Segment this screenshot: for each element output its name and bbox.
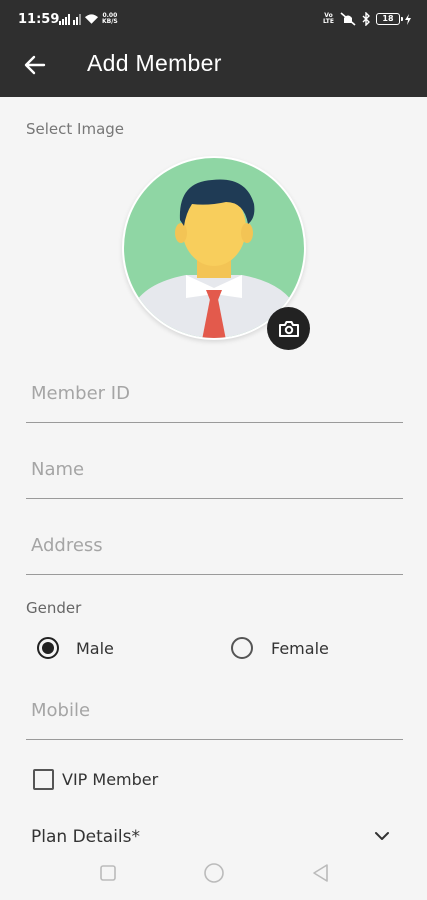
status-right-icons: Vo LTE 18 — [323, 12, 411, 26]
name-input[interactable] — [31, 459, 391, 480]
volte-bottom: LTE — [322, 18, 334, 25]
status-left-icons: 0.00 KB/S — [59, 13, 118, 25]
member-id-input[interactable] — [31, 383, 391, 404]
signal-icon — [59, 13, 70, 25]
page-title: Add Member — [87, 50, 222, 76]
arrow-left-icon — [24, 55, 46, 75]
system-nav-bar — [0, 852, 427, 900]
app-bar: 11:59 0.00 KB/S Vo LTE 18 Add Member — [0, 0, 427, 97]
data-speed: 0.00 KB/S — [102, 13, 118, 25]
camera-button[interactable] — [267, 307, 310, 350]
name-field — [26, 449, 403, 499]
mobile-field — [26, 690, 403, 740]
recents-icon[interactable] — [99, 864, 117, 882]
select-image-label: Select Image — [26, 120, 125, 138]
gender-female-radio[interactable] — [231, 637, 253, 659]
back-button[interactable] — [20, 50, 50, 80]
plan-details-label[interactable]: Plan Details* — [31, 827, 140, 847]
mobile-input[interactable] — [31, 700, 391, 721]
charging-icon — [405, 13, 411, 25]
address-input[interactable] — [31, 535, 391, 556]
gender-label: Gender — [26, 599, 82, 617]
status-bar: 11:59 0.00 KB/S Vo LTE 18 — [0, 0, 427, 40]
signal-2-icon — [73, 13, 81, 25]
gender-female-label[interactable]: Female — [271, 639, 329, 658]
back-nav-icon[interactable] — [311, 863, 331, 883]
vip-member-checkbox[interactable] — [33, 769, 54, 790]
gender-male-radio[interactable] — [37, 637, 59, 659]
home-icon[interactable] — [203, 862, 225, 884]
address-field — [26, 525, 403, 575]
bluetooth-icon — [362, 12, 370, 26]
status-time: 11:59 — [18, 12, 60, 27]
bell-muted-icon — [340, 12, 356, 26]
gender-male-label[interactable]: Male — [76, 639, 114, 658]
member-id-field — [26, 373, 403, 423]
vip-member-label[interactable]: VIP Member — [62, 770, 158, 789]
chevron-down-icon[interactable] — [372, 826, 392, 846]
data-speed-unit: KB/S — [102, 18, 118, 25]
volte-icon: Vo LTE — [323, 13, 334, 25]
battery-icon: 18 — [376, 13, 403, 25]
wifi-icon — [84, 14, 99, 24]
camera-icon — [278, 320, 299, 337]
